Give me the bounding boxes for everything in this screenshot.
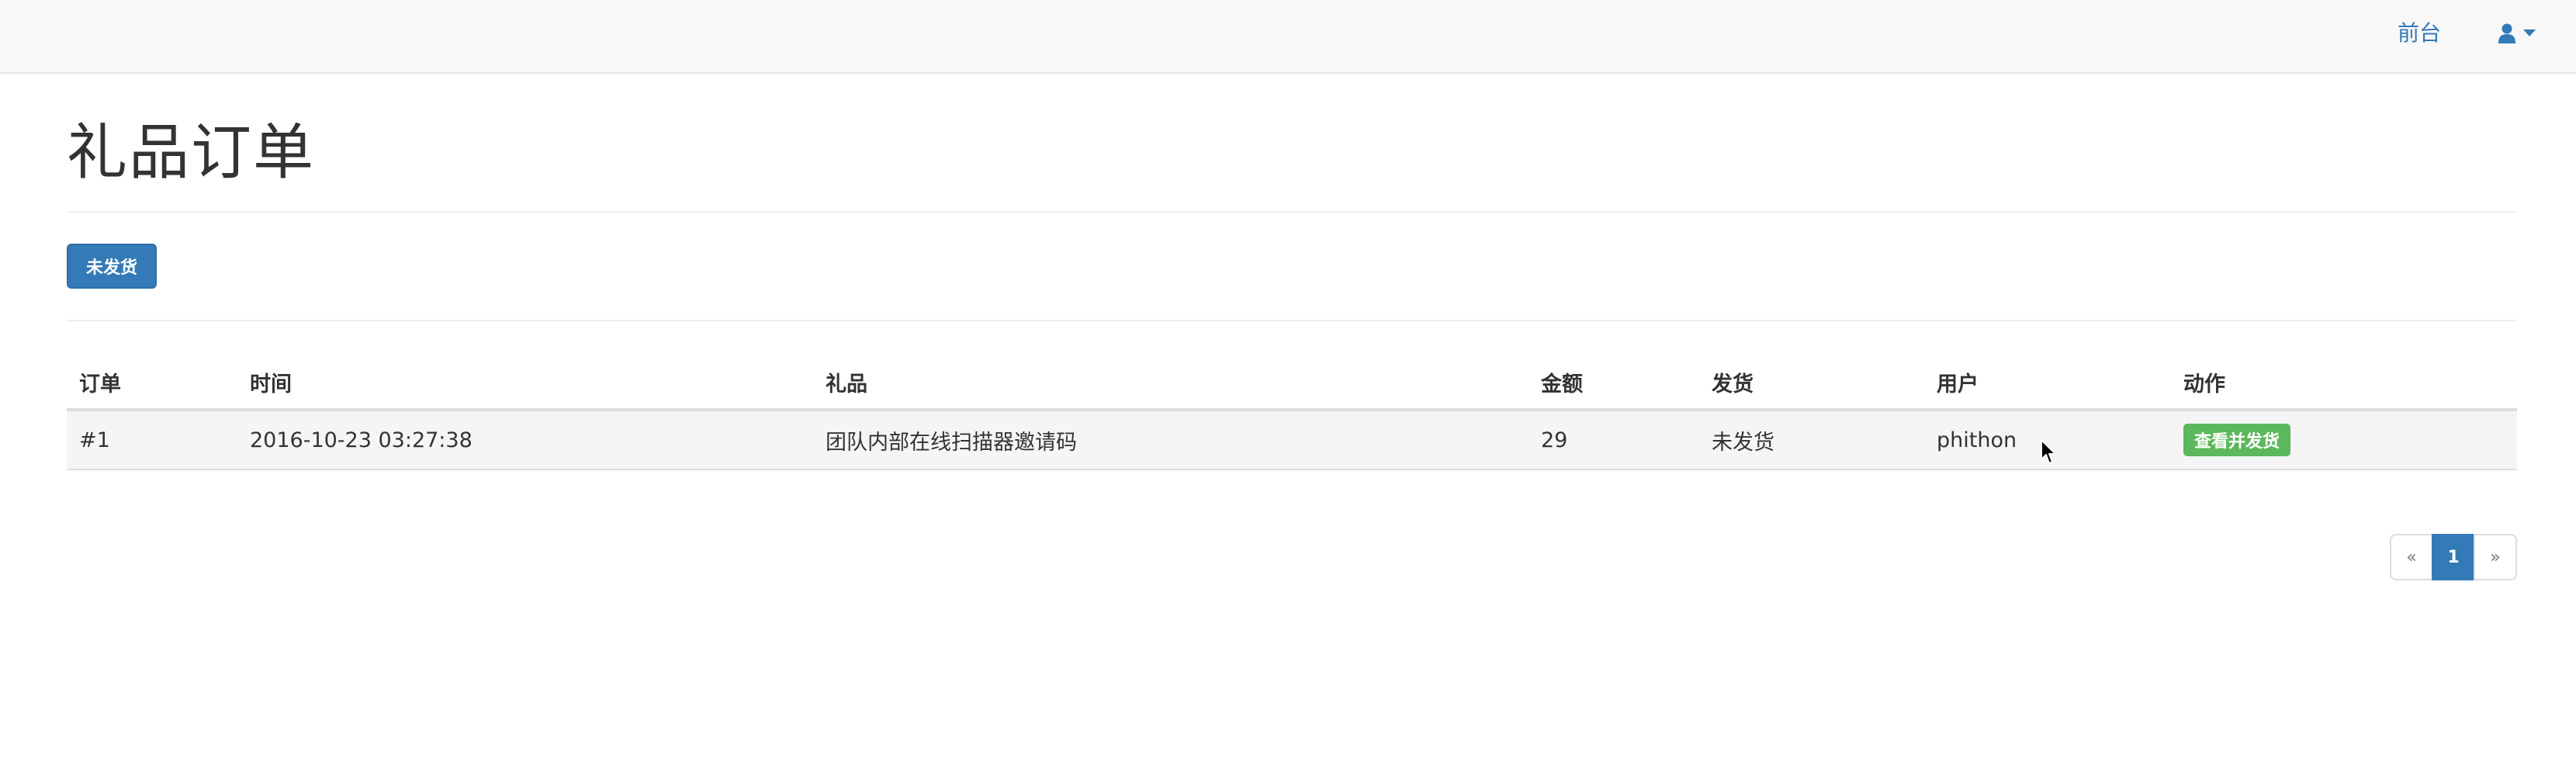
orders-table: 订单 时间 礼品 金额 发货 用户 动作 #1 2016-10-23 03:27… bbox=[67, 355, 2517, 470]
header-amount: 金额 bbox=[1541, 372, 1583, 397]
order-time: 2016-10-23 03:27:38 bbox=[250, 428, 473, 452]
caret-down-icon bbox=[2523, 29, 2536, 37]
frontend-link[interactable]: 前台 bbox=[2398, 0, 2441, 72]
header-user: 用户 bbox=[1937, 372, 1979, 397]
header-action: 动作 bbox=[2183, 372, 2225, 397]
action-cell: 查看并发货 bbox=[2183, 411, 2291, 469]
table-header: 订单 时间 礼品 金额 发货 用户 动作 bbox=[67, 355, 2517, 411]
pagination: « 1 » bbox=[2390, 534, 2517, 580]
unshipped-filter-button[interactable]: 未发货 bbox=[67, 244, 157, 289]
filter-divider bbox=[67, 320, 2517, 321]
pagination-next[interactable]: » bbox=[2474, 534, 2517, 580]
shipping-status: 未发货 bbox=[1712, 430, 1774, 455]
order-amount: 29 bbox=[1541, 428, 1568, 452]
view-and-ship-button[interactable]: 查看并发货 bbox=[2183, 424, 2291, 456]
order-id: #1 bbox=[79, 428, 110, 452]
header-shipping: 发货 bbox=[1712, 372, 1754, 397]
header-divider bbox=[67, 211, 2517, 213]
header-order: 订单 bbox=[79, 372, 121, 397]
table-row: #1 2016-10-23 03:27:38 团队内部在线扫描器邀请码 29 未… bbox=[67, 411, 2517, 470]
order-user: phithon bbox=[1937, 428, 2017, 452]
gift-name: 团队内部在线扫描器邀请码 bbox=[826, 430, 1077, 455]
user-menu-dropdown[interactable] bbox=[2498, 0, 2536, 67]
pagination-page-1[interactable]: 1 bbox=[2432, 534, 2475, 580]
mouse-cursor-icon bbox=[2041, 439, 2058, 469]
page-title: 礼品订单 bbox=[67, 118, 316, 188]
pagination-prev[interactable]: « bbox=[2390, 534, 2433, 580]
user-icon bbox=[2498, 23, 2515, 43]
header-time: 时间 bbox=[250, 372, 292, 397]
header-gift: 礼品 bbox=[826, 372, 867, 397]
top-navbar: 前台 bbox=[0, 0, 2576, 74]
